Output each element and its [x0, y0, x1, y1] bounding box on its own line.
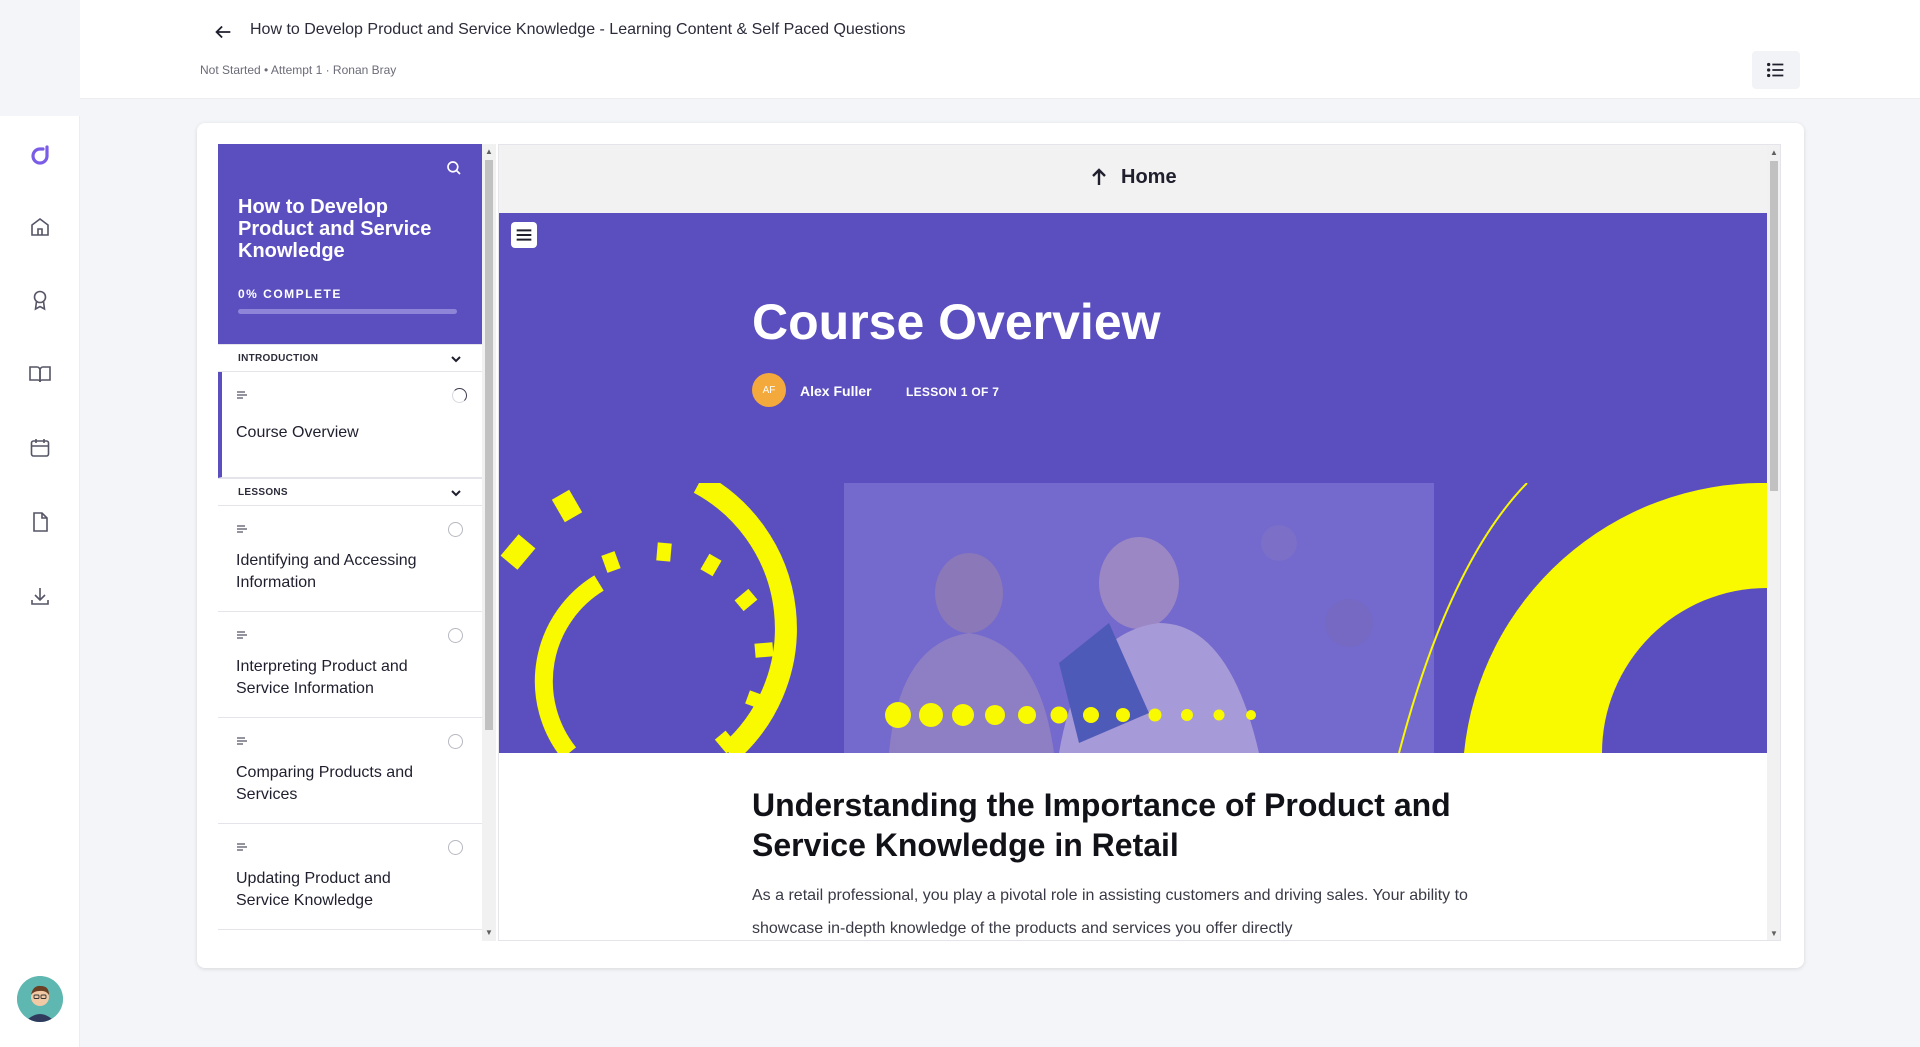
lesson-article: Understanding the Importance of Product …: [752, 785, 1512, 940]
progress-bar: [238, 309, 457, 314]
search-button[interactable]: [442, 156, 466, 180]
hero-illustration: [500, 483, 1767, 753]
article-body: As a retail professional, you play a piv…: [752, 887, 1468, 937]
text-lines-icon: [237, 843, 247, 851]
left-rail: [0, 0, 80, 1047]
sidebar-item-identifying-information[interactable]: Identifying and Accessing Information: [218, 506, 482, 612]
sidebar-item-updating-knowledge[interactable]: Updating Product and Service Knowledge: [218, 824, 482, 930]
course-title: How to Develop Product and Service Knowl…: [238, 196, 432, 262]
text-lines-icon: [237, 737, 247, 745]
section-label: INTRODUCTION: [238, 353, 319, 364]
sidebar-header: How to Develop Product and Service Knowl…: [218, 144, 482, 344]
page-title: How to Develop Product and Service Knowl…: [250, 21, 906, 38]
home-bar: Home: [499, 145, 1767, 213]
scroll-down-icon[interactable]: ▼: [482, 927, 496, 939]
progress-label: 0% COMPLETE: [238, 287, 342, 301]
search-icon: [447, 161, 461, 175]
back-button[interactable]: [207, 16, 239, 48]
not-started-icon: [448, 628, 463, 643]
section-introduction[interactable]: INTRODUCTION: [218, 344, 482, 372]
content-scroll-thumb[interactable]: [1770, 161, 1778, 491]
rail-top: [0, 0, 80, 116]
scroll-up-icon[interactable]: ▲: [482, 146, 496, 158]
sidebar-item-interpreting-information[interactable]: Interpreting Product and Service Informa…: [218, 612, 482, 718]
sidebar-item-course-overview[interactable]: Course Overview: [218, 372, 482, 478]
chevron-down-icon: [451, 490, 461, 497]
file-icon[interactable]: [24, 506, 56, 538]
sidebar-item-label: Identifying and Accessing Information: [236, 552, 417, 591]
home-label: Home: [1121, 165, 1177, 188]
user-avatar[interactable]: [17, 976, 63, 1022]
text-lines-icon: [237, 631, 247, 639]
home-button[interactable]: Home: [1087, 165, 1177, 189]
book-icon[interactable]: [24, 358, 56, 390]
sidebar-scrollbar[interactable]: ▲ ▼: [482, 144, 496, 941]
text-lines-icon: [237, 525, 247, 533]
logo-icon[interactable]: [24, 140, 56, 172]
attempt-meta: Not Started • Attempt 1 · Ronan Bray: [200, 63, 397, 77]
not-started-icon: [448, 522, 463, 537]
sidebar-item-label: Course Overview: [236, 424, 359, 441]
article-heading: Understanding the Importance of Product …: [752, 787, 1451, 863]
outline-menu-button[interactable]: [1752, 51, 1800, 89]
arrow-left-icon: [215, 25, 231, 39]
calendar-icon[interactable]: [24, 432, 56, 464]
section-label: LESSONS: [238, 487, 288, 498]
chevron-down-icon: [451, 356, 461, 363]
award-icon[interactable]: [24, 284, 56, 316]
lesson-counter: LESSON 1 OF 7: [906, 385, 1000, 399]
hero-title: Course Overview: [752, 294, 1161, 350]
arrow-up-icon: [1092, 168, 1106, 185]
course-sidebar: How to Develop Product and Service Knowl…: [218, 144, 482, 941]
sidebar-item-label: Updating Product and Service Knowledge: [236, 870, 391, 909]
list-icon: [1767, 62, 1784, 78]
download-icon[interactable]: [24, 580, 56, 612]
in-progress-icon: [452, 388, 467, 403]
text-lines-icon: [237, 391, 247, 399]
top-header: How to Develop Product and Service Knowl…: [80, 0, 1920, 99]
scroll-up-icon[interactable]: ▲: [1767, 147, 1780, 159]
hamburger-icon: [516, 229, 532, 241]
sidebar-scroll-thumb[interactable]: [485, 160, 493, 730]
sidebar-item-label: Comparing Products and Services: [236, 764, 413, 803]
home-icon[interactable]: [24, 211, 56, 243]
sidebar-item-label: Interpreting Product and Service Informa…: [236, 658, 408, 697]
content-scrollbar[interactable]: ▲ ▼: [1767, 145, 1780, 940]
scroll-down-icon[interactable]: ▼: [1767, 928, 1780, 940]
sidebar-item-comparing-products[interactable]: Comparing Products and Services: [218, 718, 482, 824]
not-started-icon: [448, 840, 463, 855]
author-name: Alex Fuller: [800, 383, 872, 399]
section-lessons[interactable]: LESSONS: [218, 478, 482, 506]
lesson-hero: Course Overview AF Alex Fuller LESSON 1 …: [499, 213, 1767, 753]
lesson-content: Home Course Overview AF Alex Fuller LESS…: [498, 144, 1781, 941]
author-avatar: AF: [752, 373, 786, 407]
not-started-icon: [448, 734, 463, 749]
hero-menu-button[interactable]: [511, 222, 537, 248]
